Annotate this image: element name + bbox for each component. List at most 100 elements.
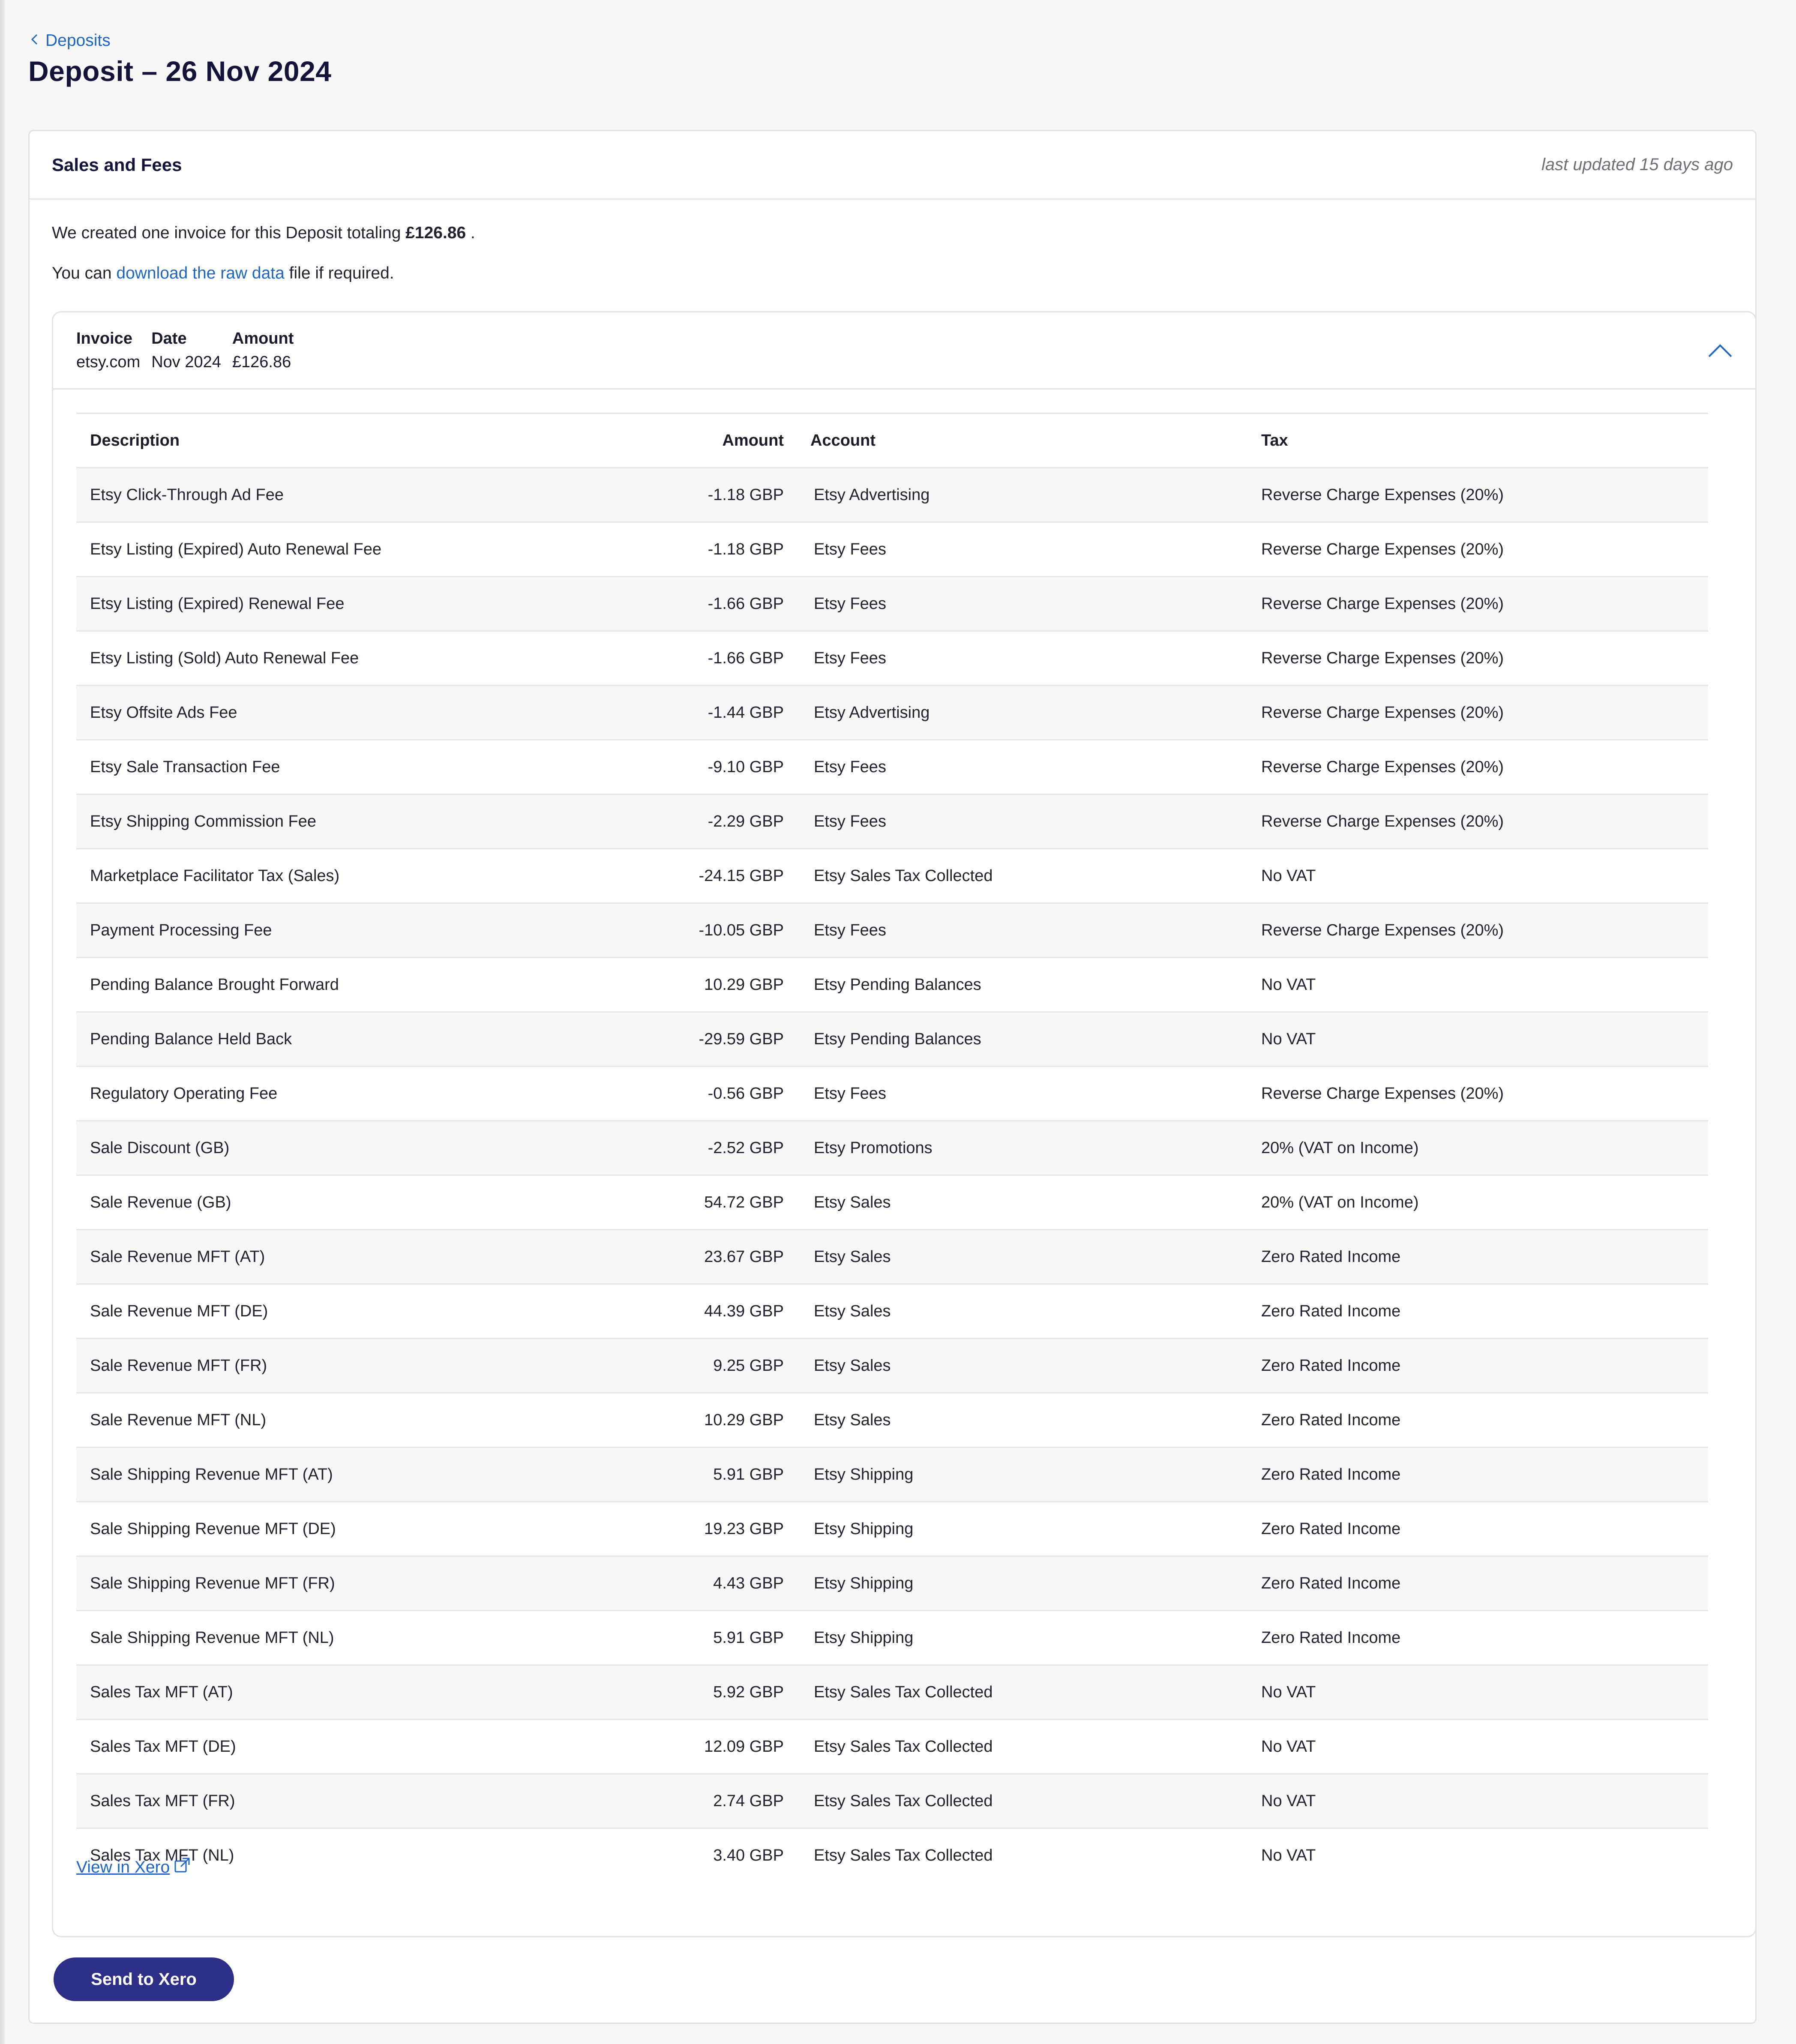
cell-account: Etsy Sales: [814, 1356, 891, 1375]
table-row: Etsy Shipping Commission Fee -2.29 GBP Ets…: [76, 794, 1708, 849]
cell-description: Sale Shipping Revenue MFT (NL): [90, 1628, 334, 1647]
cell-tax: Zero Rated Income: [1261, 1520, 1401, 1538]
cell-tax: Reverse Charge Expenses (20%): [1261, 758, 1504, 776]
cell-description: Sale Shipping Revenue MFT (AT): [90, 1465, 333, 1484]
view-in-xero-label[interactable]: View in Xero: [76, 1858, 170, 1877]
cell-description: Sale Revenue MFT (DE): [90, 1302, 268, 1320]
cell-tax: No VAT: [1261, 1737, 1316, 1756]
breadcrumb-deposits-link[interactable]: Deposits: [45, 31, 111, 50]
table-row: Marketplace Facilitator Tax (Sales) -24.1…: [76, 848, 1708, 903]
window-edge: [0, 0, 5, 2044]
table-row: Sale Discount (GB) -2.52 GBP Etsy Promotio…: [76, 1121, 1708, 1175]
cell-description: Sale Revenue MFT (FR): [90, 1356, 267, 1375]
cell-account: Etsy Pending Balances: [814, 975, 981, 994]
cell-amount: -1.66 GBP: [708, 594, 784, 613]
breadcrumb[interactable]: Deposits: [29, 30, 1756, 51]
cell-account: Etsy Sales: [814, 1302, 891, 1320]
download-raw-data-link[interactable]: download the raw data: [116, 264, 284, 282]
cell-description: Etsy Shipping Commission Fee: [90, 812, 316, 830]
column-header-tax: Tax: [1261, 431, 1288, 450]
cell-tax: Reverse Charge Expenses (20%): [1261, 703, 1504, 722]
cell-description: Sales Tax MFT (AT): [90, 1683, 233, 1701]
cell-account: Etsy Fees: [814, 758, 886, 776]
invoice-header: Invoice: [76, 329, 132, 348]
cell-amount: -9.10 GBP: [708, 758, 784, 776]
cell-description: Etsy Listing (Sold) Auto Renewal Fee: [90, 649, 359, 667]
last-updated-text: last updated 15 days ago: [1541, 155, 1733, 174]
cell-account: Etsy Shipping: [814, 1465, 914, 1484]
cell-description: Sale Revenue MFT (NL): [90, 1411, 267, 1429]
intro-text: We created one invoice for this Deposit …: [30, 200, 1755, 283]
table-row: Sale Revenue MFT (AT) 23.67 GBP Etsy Sales…: [76, 1229, 1708, 1284]
cell-amount: 5.91 GBP: [713, 1465, 784, 1484]
table-row: Sale Revenue MFT (NL) 10.29 GBP Etsy Sales…: [76, 1393, 1708, 1448]
table-row: Sales Tax MFT (AT) 5.92 GBP Etsy Sales Tax…: [76, 1665, 1708, 1720]
card-header: Sales and Fees last updated 15 days ago: [30, 131, 1755, 200]
cell-amount: -2.29 GBP: [708, 812, 784, 830]
line-items-table: Description Amount Account Tax Etsy Clic…: [76, 413, 1708, 1882]
cell-description: Etsy Listing (Expired) Auto Renewal Fee: [90, 540, 382, 558]
external-link-icon[interactable]: [174, 1857, 190, 1878]
table-row: Etsy Listing (Expired) Renewal Fee -1.66 …: [76, 576, 1708, 631]
cell-description: Regulatory Operating Fee: [90, 1084, 278, 1103]
cell-tax: Zero Rated Income: [1261, 1356, 1401, 1375]
cell-description: Sale Revenue (GB): [90, 1193, 231, 1211]
cell-description: Etsy Offsite Ads Fee: [90, 703, 237, 722]
column-header-account: Account: [810, 431, 876, 450]
cell-account: Etsy Fees: [814, 540, 886, 558]
cell-amount: -1.18 GBP: [708, 486, 784, 504]
raw-data-prefix: You can: [52, 264, 117, 282]
cell-account: Etsy Fees: [814, 1084, 886, 1103]
amount-header: Amount: [232, 329, 294, 348]
view-in-xero-link[interactable]: View in Xero: [76, 1857, 190, 1878]
cell-amount: 5.91 GBP: [713, 1628, 784, 1647]
invoice-panel: Invoice Date Amount etsy.com Nov 2024 £1…: [52, 311, 1757, 1937]
cell-amount: 23.67 GBP: [704, 1247, 784, 1266]
cell-account: Etsy Shipping: [814, 1574, 914, 1592]
invoice-summary-row[interactable]: Invoice Date Amount etsy.com Nov 2024 £1…: [53, 312, 1755, 390]
cell-tax: No VAT: [1261, 1846, 1316, 1864]
cell-description: Pending Balance Held Back: [90, 1030, 292, 1048]
cell-tax: No VAT: [1261, 866, 1316, 885]
cell-account: Etsy Advertising: [814, 703, 930, 722]
cell-tax: No VAT: [1261, 1683, 1316, 1701]
chevron-up-icon[interactable]: [1707, 342, 1733, 359]
cell-amount: 54.72 GBP: [704, 1193, 784, 1211]
cell-tax: Reverse Charge Expenses (20%): [1261, 594, 1504, 613]
invoice-summary-grid: Invoice Date Amount etsy.com Nov 2024 £1…: [76, 330, 294, 372]
cell-tax: No VAT: [1261, 1792, 1316, 1810]
cell-description: Sale Shipping Revenue MFT (FR): [90, 1574, 335, 1592]
cell-description: Etsy Click-Through Ad Fee: [90, 486, 284, 504]
cell-description: Etsy Listing (Expired) Renewal Fee: [90, 594, 345, 613]
cell-tax: Zero Rated Income: [1261, 1302, 1401, 1320]
chevron-left-icon[interactable]: [29, 31, 40, 50]
table-row: Etsy Offsite Ads Fee -1.44 GBP Etsy Advert…: [76, 685, 1708, 740]
table-row: Sale Shipping Revenue MFT (FR) 4.43 GBP Et…: [76, 1556, 1708, 1611]
cell-description: Sales Tax MFT (DE): [90, 1737, 236, 1756]
cell-amount: -24.15 GBP: [699, 866, 784, 885]
cell-amount: 2.74 GBP: [713, 1792, 784, 1810]
cell-description: Sale Revenue MFT (AT): [90, 1247, 265, 1266]
table-row: Sale Shipping Revenue MFT (NL) 5.91 GBP Et…: [76, 1610, 1708, 1665]
cell-description: Marketplace Facilitator Tax (Sales): [90, 866, 340, 885]
table-row: Pending Balance Brought Forward 10.29 GBP…: [76, 957, 1708, 1012]
cell-account: Etsy Shipping: [814, 1628, 914, 1647]
cell-tax: 20% (VAT on Income): [1261, 1193, 1419, 1211]
cell-account: Etsy Sales: [814, 1247, 891, 1266]
cell-amount: 5.92 GBP: [713, 1683, 784, 1701]
cell-tax: Zero Rated Income: [1261, 1465, 1401, 1484]
send-to-xero-button[interactable]: Send to Xero: [54, 1957, 234, 2001]
invoice-summary-sentence: We created one invoice for this Deposit …: [52, 200, 1733, 243]
cell-amount: 12.09 GBP: [704, 1737, 784, 1756]
cell-amount: -2.52 GBP: [708, 1139, 784, 1157]
table-row: Etsy Sale Transaction Fee -9.10 GBP Etsy F…: [76, 740, 1708, 794]
page-header: Deposits Deposit – 26 Nov 2024: [28, 30, 1756, 87]
cell-tax: No VAT: [1261, 1030, 1316, 1048]
cell-tax: 20% (VAT on Income): [1261, 1139, 1419, 1157]
table-row: Etsy Click-Through Ad Fee -1.18 GBP Etsy A…: [76, 468, 1708, 522]
raw-data-suffix: file if required.: [284, 264, 394, 282]
cell-account: Etsy Pending Balances: [814, 1030, 981, 1048]
cell-account: Etsy Sales: [814, 1193, 891, 1211]
cell-account: Etsy Fees: [814, 594, 886, 613]
table-row: Sales Tax MFT (NL) 3.40 GBP Etsy Sales Tax…: [76, 1828, 1708, 1882]
